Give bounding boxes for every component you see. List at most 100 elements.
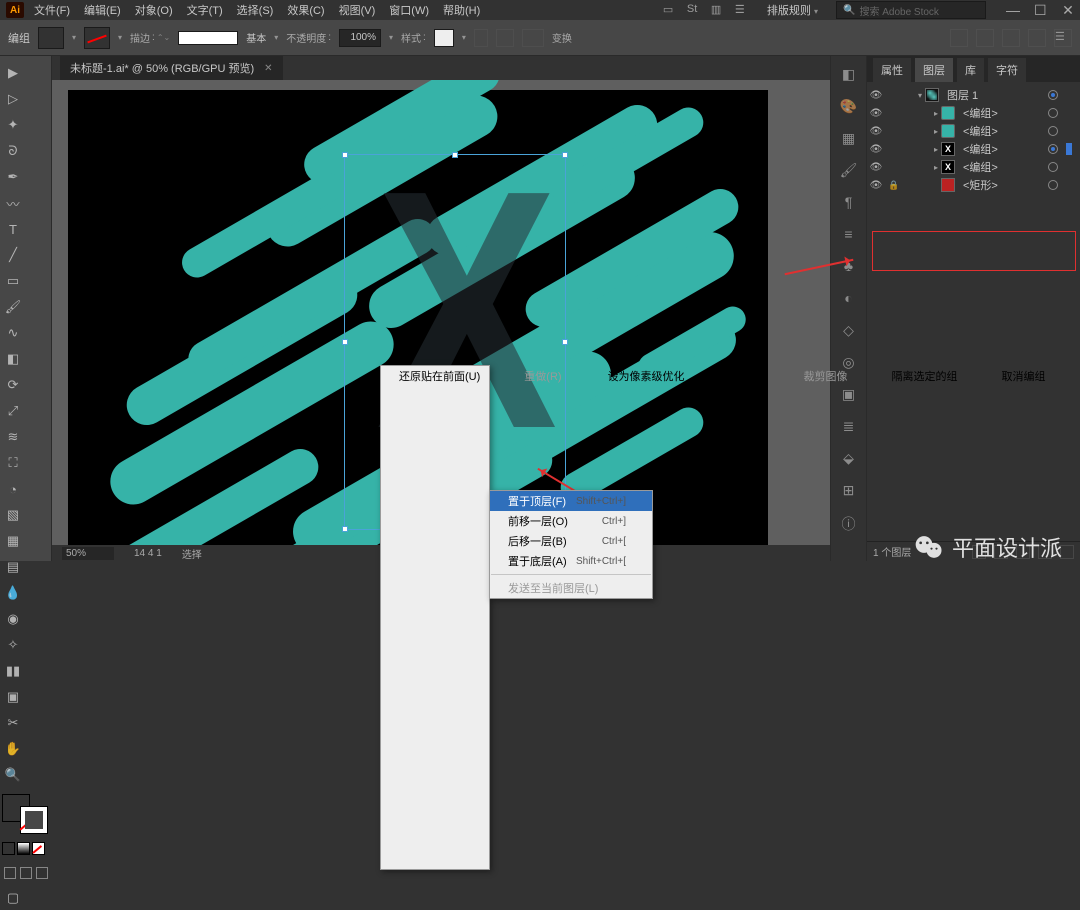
artboard-nav[interactable]: 14 4 1 — [134, 548, 162, 559]
context-menu-item[interactable]: 还原贴在前面(U) — [381, 366, 506, 386]
stroke-profile[interactable] — [178, 31, 238, 45]
disclosure-icon[interactable]: ▾ — [915, 91, 925, 100]
color-palette-icon[interactable]: 🎨 — [840, 98, 858, 116]
disclosure-icon[interactable]: ▸ — [931, 109, 941, 118]
context-menu-item[interactable]: 前移一层(O)Ctrl+] — [490, 511, 652, 531]
stroke-label[interactable]: 描边: ⌃⌄ — [130, 30, 170, 45]
menu-window[interactable]: 窗口(W) — [389, 2, 429, 18]
panel-stack-icon[interactable] — [1028, 29, 1046, 47]
visibility-toggle-icon[interactable]: 👁 — [869, 144, 883, 155]
properties-palette-icon[interactable]: ◧ — [840, 66, 858, 84]
layer-name-label[interactable]: <编组> — [963, 123, 1044, 139]
context-menu-item[interactable]: 置于底层(A)Shift+Ctrl+[ — [490, 551, 652, 571]
target-icon[interactable] — [1048, 180, 1058, 190]
rotate-tool[interactable]: ⟳ — [1, 373, 25, 397]
info-palette-icon[interactable]: ⓘ — [840, 514, 858, 532]
window-close-button[interactable]: ✕ — [1062, 4, 1074, 16]
disclosure-icon[interactable]: ▸ — [931, 163, 941, 172]
visibility-toggle-icon[interactable]: 👁 — [869, 180, 883, 191]
visibility-toggle-icon[interactable]: 👁 — [869, 90, 883, 101]
document-tab[interactable]: 未标题-1.ai* @ 50% (RGB/GPU 预览) ✕ — [60, 56, 283, 80]
menu-type[interactable]: 文字(T) — [187, 2, 223, 18]
zoom-tool[interactable]: 🔍 — [1, 763, 25, 787]
visibility-toggle-icon[interactable]: 👁 — [869, 126, 883, 137]
isolate-icon[interactable] — [950, 29, 968, 47]
menu-effect[interactable]: 效果(C) — [287, 2, 324, 18]
fill-stroke-picker[interactable] — [2, 794, 48, 834]
swatches-palette-icon[interactable]: ▦ — [840, 130, 858, 148]
context-menu-item[interactable]: 透视▶ — [711, 366, 784, 386]
target-icon[interactable] — [1048, 90, 1058, 100]
layer-name-label[interactable]: <编组> — [963, 159, 1044, 175]
delete-layer-icon[interactable] — [1060, 545, 1074, 559]
layer-row[interactable]: 👁▸X<编组> — [869, 140, 1078, 158]
rectangle-tool[interactable]: ▭ — [1, 269, 25, 293]
target-icon[interactable] — [1048, 162, 1058, 172]
menu-view[interactable]: 视图(V) — [339, 2, 376, 18]
context-menu-item[interactable]: 隔离选定的组 — [873, 366, 983, 386]
menu-help[interactable]: 帮助(H) — [443, 2, 480, 18]
gradient-tool[interactable]: ▤ — [1, 555, 25, 579]
color-mode-icon[interactable] — [2, 842, 15, 855]
panel-tab-layers[interactable]: 图层 — [915, 58, 953, 82]
transparency-palette-icon[interactable]: ◇ — [840, 322, 858, 340]
layer-name-label[interactable]: <矩形> — [963, 177, 1044, 193]
shape-builder-tool[interactable]: ◔ — [1, 477, 25, 501]
titlebar-icon-3[interactable]: ▥ — [711, 3, 725, 17]
window-minimize-button[interactable]: — — [1006, 4, 1018, 16]
blend-tool[interactable]: ◉ — [1, 607, 25, 631]
line-tool[interactable]: ╱ — [1, 243, 25, 267]
curvature-tool[interactable]: 〰 — [1, 191, 25, 215]
draw-normal-icon[interactable] — [4, 867, 16, 879]
fill-swatch[interactable] — [38, 27, 64, 49]
menu-select[interactable]: 选择(S) — [237, 2, 274, 18]
context-menu-item[interactable]: 后移一层(B)Ctrl+[ — [490, 531, 652, 551]
recolor-icon[interactable] — [474, 29, 488, 47]
context-menu-item[interactable]: 变换▶ — [1073, 366, 1080, 386]
align-icon[interactable] — [496, 29, 514, 47]
magic-wand-tool[interactable]: ✦ — [1, 113, 25, 137]
free-transform-tool[interactable]: ⛶ — [1, 451, 25, 475]
workspace-switcher[interactable]: 排版规则 ▾ — [767, 2, 818, 18]
paragraph-palette-icon[interactable]: ¶ — [840, 194, 858, 212]
menu-edit[interactable]: 编辑(E) — [84, 2, 121, 18]
artboard-tool[interactable]: ▣ — [1, 685, 25, 709]
titlebar-icon-2[interactable]: St — [687, 3, 701, 17]
layer-row[interactable]: 👁▸<编组> — [869, 104, 1078, 122]
eraser-tool[interactable]: ◧ — [1, 347, 25, 371]
disclosure-icon[interactable]: ▸ — [931, 127, 941, 136]
pen-tool[interactable]: ✒ — [1, 165, 25, 189]
shape-modes-icon[interactable] — [522, 29, 544, 47]
disclosure-icon[interactable]: ▸ — [931, 145, 941, 154]
slice-tool[interactable]: ✂ — [1, 711, 25, 735]
layer-name-label[interactable]: <编组> — [963, 141, 1044, 157]
menu-object[interactable]: 对象(O) — [135, 2, 173, 18]
perspective-tool[interactable]: ▧ — [1, 503, 25, 527]
context-menu-item[interactable]: 取消编组 — [983, 366, 1071, 386]
target-icon[interactable] — [1048, 144, 1058, 154]
target-icon[interactable] — [1048, 108, 1058, 118]
layer-name-label[interactable]: <编组> — [963, 105, 1044, 121]
lock-toggle-icon[interactable]: 🔒 — [887, 180, 901, 191]
selection-tool[interactable]: ▶ — [1, 61, 25, 85]
panel-menu-icon[interactable]: ☰ — [1054, 29, 1072, 47]
lasso-tool[interactable]: ᘐ — [1, 139, 25, 163]
context-menu-item[interactable]: 置于顶层(F)Shift+Ctrl+] — [490, 491, 652, 511]
panel-tab-properties[interactable]: 属性 — [873, 58, 911, 82]
stock-search-input[interactable]: 🔍 搜索 Adobe Stock — [836, 1, 986, 19]
gradient-mode-icon[interactable] — [17, 842, 30, 855]
align-palette-icon[interactable]: ≣ — [840, 418, 858, 436]
symbol-sprayer-tool[interactable]: ✧ — [1, 633, 25, 657]
column-graph-tool[interactable]: ▮▮ — [1, 659, 25, 683]
layer-row[interactable]: 👁 ▾ 图层 1 — [869, 86, 1078, 104]
layer-row[interactable]: 👁 ▸ <编组> — [869, 122, 1078, 140]
document-tab-close-icon[interactable]: ✕ — [264, 63, 272, 74]
stroke-palette-icon[interactable]: ≡ — [840, 226, 858, 244]
screen-mode-tool[interactable]: ▢ — [1, 886, 25, 910]
stroke-swatch[interactable] — [84, 27, 110, 49]
layer-name-label[interactable]: 图层 1 — [947, 87, 1044, 103]
zoom-level-input[interactable]: 50% — [62, 547, 114, 560]
context-menu-item[interactable]: 设为像素级优化 — [590, 366, 711, 386]
editmode-icon[interactable] — [976, 29, 994, 47]
mesh-tool[interactable]: ▦ — [1, 529, 25, 553]
